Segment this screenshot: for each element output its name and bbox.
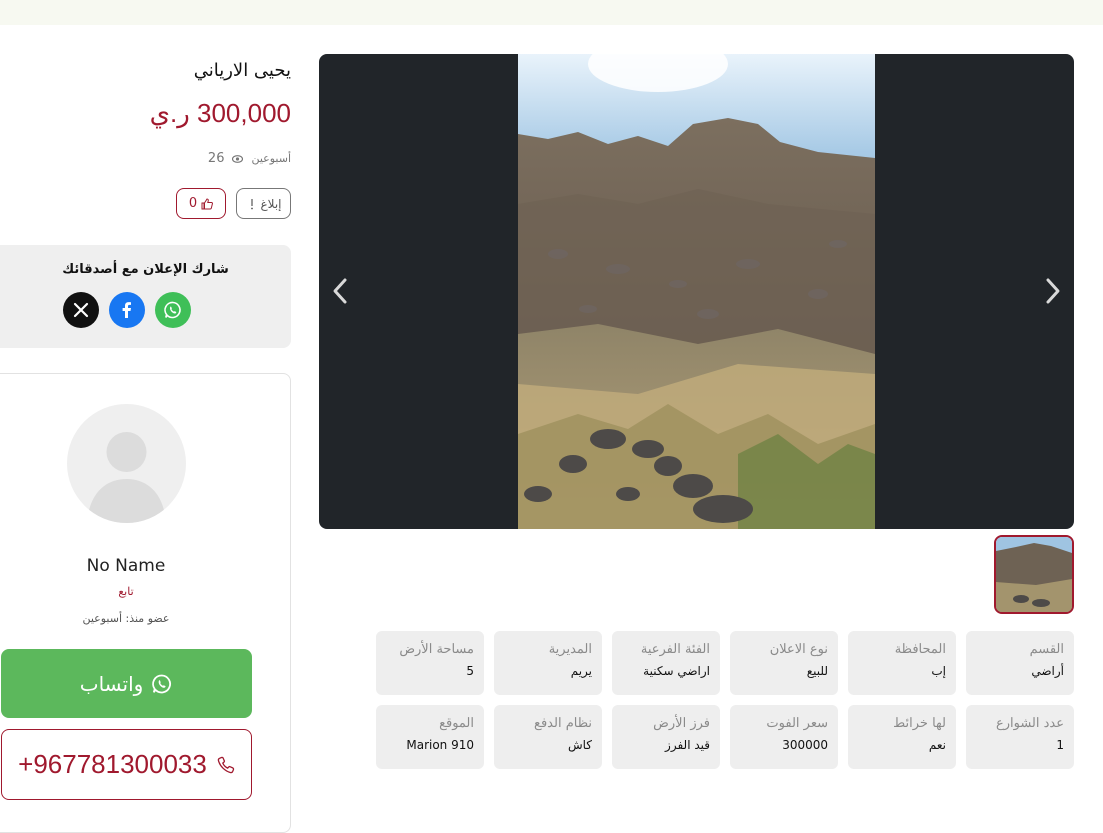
detail-land-sorting: فرز الأرض قيد الفرز bbox=[612, 705, 720, 769]
detail-key: لها خرائط bbox=[893, 716, 946, 731]
phone-icon bbox=[217, 756, 235, 773]
listing-title: يحيى الارياني bbox=[193, 60, 291, 81]
detail-key: القسم bbox=[1029, 642, 1064, 657]
alert-icon bbox=[250, 198, 253, 209]
detail-key: فرز الأرض bbox=[653, 716, 710, 731]
whatsapp-icon bbox=[152, 674, 172, 693]
like-count: 0 bbox=[188, 196, 198, 211]
chevron-right-icon bbox=[1046, 278, 1060, 304]
seller-name: No Name bbox=[86, 556, 166, 576]
share-x-button[interactable] bbox=[63, 292, 99, 328]
detail-category: القسم أراضي bbox=[966, 631, 1074, 695]
x-icon bbox=[73, 302, 89, 318]
share-whatsapp-button[interactable] bbox=[155, 292, 191, 328]
detail-key: مساحة الأرض bbox=[399, 642, 474, 657]
detail-value: إب bbox=[931, 664, 946, 678]
listing-photo[interactable] bbox=[518, 54, 875, 529]
detail-value: قيد الفرز bbox=[665, 738, 710, 752]
detail-value: 300000 bbox=[782, 738, 828, 752]
detail-value: أراضي bbox=[1031, 664, 1064, 678]
detail-key: عدد الشوارع bbox=[995, 716, 1064, 731]
detail-key: نوع الاعلان bbox=[769, 642, 828, 657]
listing-meta: أسبوعين 26 bbox=[208, 151, 291, 166]
phone-number: +967781300033 bbox=[18, 749, 207, 779]
detail-value: 1 bbox=[1056, 738, 1064, 752]
detail-payment: نظام الدفع كاش bbox=[494, 705, 602, 769]
detail-value: كاش bbox=[567, 738, 592, 752]
detail-value: يريم bbox=[570, 664, 592, 678]
report-label: إبلاغ bbox=[260, 196, 282, 211]
whatsapp-contact-button[interactable]: واتساب bbox=[1, 649, 252, 718]
seller-role: تابع bbox=[118, 585, 134, 598]
whatsapp-label: واتساب bbox=[79, 671, 144, 696]
thumbs-up-icon bbox=[201, 197, 214, 209]
detail-subcategory: الفئة الفرعية اراضي سكنية bbox=[612, 631, 720, 695]
detail-value: نعم bbox=[928, 738, 946, 752]
detail-district: المديرية يريم bbox=[494, 631, 602, 695]
detail-governorate: المحافظة إب bbox=[848, 631, 956, 695]
seller-avatar bbox=[67, 404, 186, 523]
detail-location: الموقع Marion 910 bbox=[376, 705, 484, 769]
detail-value: للبيع bbox=[806, 664, 828, 678]
detail-key: الموقع bbox=[439, 716, 474, 731]
whatsapp-icon bbox=[164, 301, 181, 319]
detail-streets: عدد الشوارع 1 bbox=[966, 705, 1074, 769]
share-facebook-button[interactable] bbox=[109, 292, 145, 328]
detail-key: المديرية bbox=[548, 642, 592, 657]
detail-value: اراضي سكنية bbox=[643, 664, 710, 678]
view-count: 26 bbox=[207, 151, 225, 166]
image-gallery[interactable] bbox=[319, 54, 1074, 529]
gallery-next-button[interactable] bbox=[1038, 276, 1068, 306]
detail-ad-type: نوع الاعلان للبيع bbox=[730, 631, 838, 695]
listing-price: 300,000 ر.ي bbox=[149, 98, 291, 128]
like-button[interactable]: 0 bbox=[176, 188, 226, 219]
share-box: شارك الإعلان مع أصدقائك bbox=[0, 245, 291, 348]
detail-value: Marion 910 bbox=[406, 738, 474, 752]
call-button[interactable]: +967781300033 bbox=[1, 729, 252, 800]
chevron-left-icon bbox=[333, 278, 347, 304]
eye-icon bbox=[232, 154, 244, 163]
detail-land-area: مساحة الأرض 5 bbox=[376, 631, 484, 695]
detail-value: 5 bbox=[466, 664, 474, 678]
gallery-prev-button[interactable] bbox=[325, 276, 355, 306]
gallery-thumbnail[interactable] bbox=[994, 535, 1074, 614]
detail-key: المحافظة bbox=[894, 642, 946, 657]
top-bar bbox=[0, 0, 1103, 25]
detail-key: الفئة الفرعية bbox=[640, 642, 710, 657]
share-title: شارك الإعلان مع أصدقائك bbox=[62, 262, 229, 277]
facebook-icon bbox=[122, 302, 131, 318]
detail-key: سعر الفوت bbox=[766, 716, 828, 731]
seller-member-since: عضو منذ: أسبوعين bbox=[82, 612, 170, 625]
report-button[interactable]: إبلاغ bbox=[236, 188, 291, 219]
posted-time: أسبوعين bbox=[251, 152, 291, 165]
detail-foot-price: سعر الفوت 300000 bbox=[730, 705, 838, 769]
detail-has-maps: لها خرائط نعم bbox=[848, 705, 956, 769]
detail-key: نظام الدفع bbox=[534, 716, 592, 731]
